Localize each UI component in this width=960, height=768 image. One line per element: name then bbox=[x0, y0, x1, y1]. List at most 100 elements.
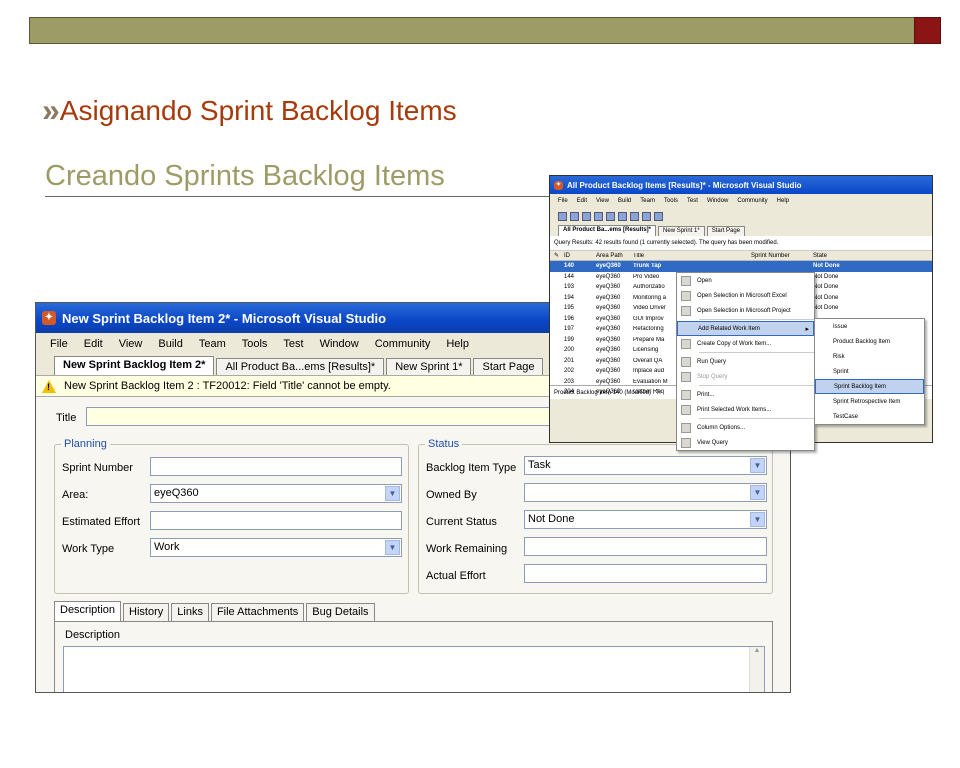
project-icon bbox=[681, 305, 691, 316]
scroll-up-icon[interactable]: ▲ bbox=[750, 647, 764, 654]
menu-team[interactable]: Team bbox=[640, 198, 655, 204]
submenu-item[interactable]: Sprint Backlog Item bbox=[815, 379, 924, 394]
status-group-label: Status bbox=[425, 438, 463, 450]
menu-build[interactable]: Build bbox=[618, 198, 631, 204]
area-select[interactable]: eyeQ360 ▼ bbox=[150, 484, 402, 503]
work-type-select-value: Work bbox=[154, 541, 180, 553]
column-header-area-path[interactable]: Area Path bbox=[596, 253, 633, 259]
menu-test[interactable]: Test bbox=[687, 198, 698, 204]
menu-edit[interactable]: Edit bbox=[577, 198, 587, 204]
menu-view[interactable]: View bbox=[119, 338, 143, 350]
actual-effort-field[interactable] bbox=[524, 564, 767, 583]
open-icon[interactable] bbox=[582, 211, 591, 221]
find-icon[interactable] bbox=[642, 211, 651, 221]
query-window-titlebar[interactable]: ✦ All Product Backlog Items [Results]* -… bbox=[550, 176, 932, 194]
submenu-item-label: Sprint Backlog Item bbox=[834, 383, 887, 390]
context-menu-item[interactable]: Open Selection in Microsoft Project bbox=[677, 303, 814, 318]
menu-help[interactable]: Help bbox=[777, 198, 789, 204]
chevron-down-icon[interactable]: ▼ bbox=[750, 458, 765, 473]
chevron-down-icon[interactable]: ▼ bbox=[385, 486, 400, 501]
context-menu-item[interactable]: Print Selected Work Items... bbox=[677, 402, 814, 417]
cell-area: eyeQ360 bbox=[596, 273, 621, 280]
tab-new-sprint-1[interactable]: New Sprint 1* bbox=[658, 226, 705, 236]
backlog-item-type-select[interactable]: Task ▼ bbox=[524, 456, 767, 475]
menu-help[interactable]: Help bbox=[446, 338, 469, 350]
submenu-item[interactable]: Product Backlog Item bbox=[815, 334, 924, 349]
submenu-item-label: TestCase bbox=[833, 413, 859, 420]
cell-id: 201 bbox=[564, 357, 575, 364]
tab-history[interactable]: History bbox=[123, 603, 170, 621]
context-menu-item[interactable]: Column Options... bbox=[677, 420, 814, 435]
column-header-state[interactable]: State bbox=[813, 253, 863, 259]
column-header-sprint-number[interactable]: Sprint Number bbox=[751, 253, 813, 259]
submenu-item[interactable]: Sprint Retrospective Item bbox=[815, 394, 924, 409]
column-header-title[interactable]: Title bbox=[633, 253, 751, 259]
cell-area: eyeQ360 bbox=[596, 305, 621, 312]
submenu-item[interactable]: Risk bbox=[815, 349, 924, 364]
sprint-number-field[interactable] bbox=[150, 457, 402, 476]
grid-header: ✎ ID Area Path Title Sprint Number State bbox=[550, 251, 932, 261]
menu-file[interactable]: File bbox=[50, 338, 68, 350]
context-menu-item[interactable]: Create Copy of Work Item... bbox=[677, 336, 814, 351]
tab-file-attachments[interactable]: File Attachments bbox=[210, 603, 305, 621]
tab-all-product-backlog-items[interactable]: All Product Ba...ems [Results]* bbox=[216, 358, 385, 375]
menu-file[interactable]: File bbox=[558, 198, 568, 204]
menu-window[interactable]: Window bbox=[707, 198, 728, 204]
tab-start-page[interactable]: Start Page bbox=[706, 226, 746, 236]
cell-id: 197 bbox=[564, 326, 575, 333]
description-scrollbar[interactable]: ▲ bbox=[749, 647, 764, 692]
submenu-item-label: Product Backlog Item bbox=[833, 338, 891, 345]
column-options-icon[interactable] bbox=[654, 211, 663, 221]
context-menu-item[interactable]: View Query bbox=[677, 435, 814, 450]
menu-test[interactable]: Test bbox=[283, 338, 303, 350]
excel-icon[interactable] bbox=[594, 211, 603, 221]
tab-all-product-backlog-items[interactable]: All Product Ba...ems [Results]* bbox=[558, 225, 657, 236]
stop-query-icon bbox=[681, 371, 691, 382]
tab-new-sprint-1[interactable]: New Sprint 1* bbox=[386, 358, 472, 375]
column-header-id[interactable]: ID bbox=[564, 253, 596, 259]
menu-separator bbox=[699, 352, 814, 353]
menu-tools[interactable]: Tools bbox=[664, 198, 678, 204]
context-menu-item[interactable]: Add Related Work Item ▸ bbox=[677, 321, 814, 336]
tab-links[interactable]: Links bbox=[171, 603, 209, 621]
project-icon[interactable] bbox=[606, 211, 615, 221]
menu-window[interactable]: Window bbox=[320, 338, 359, 350]
current-status-select[interactable]: Not Done ▼ bbox=[524, 510, 767, 529]
tab-bug-details[interactable]: Bug Details bbox=[306, 603, 375, 621]
tab-new-sprint-backlog-item[interactable]: New Sprint Backlog Item 2* bbox=[54, 356, 215, 375]
table-row[interactable]: 140 eyeQ360 Trunk Tap Not Done bbox=[550, 261, 932, 272]
menu-team[interactable]: Team bbox=[199, 338, 226, 350]
work-remaining-field[interactable] bbox=[524, 537, 767, 556]
estimated-effort-label: Estimated Effort bbox=[62, 516, 141, 528]
menu-community[interactable]: Community bbox=[737, 198, 767, 204]
tab-description[interactable]: Description bbox=[54, 601, 122, 621]
new-query-icon[interactable] bbox=[558, 211, 567, 221]
context-menu-item[interactable]: Run Query bbox=[677, 354, 814, 369]
cell-area: eyeQ360 bbox=[596, 315, 621, 322]
owned-by-select[interactable]: ▼ bbox=[524, 483, 767, 502]
submenu-item[interactable]: TestCase bbox=[815, 409, 924, 424]
tab-start-page[interactable]: Start Page bbox=[473, 358, 544, 375]
refresh-icon[interactable] bbox=[570, 211, 579, 221]
work-type-select[interactable]: Work ▼ bbox=[150, 538, 402, 557]
context-menu-item[interactable]: Print... bbox=[677, 387, 814, 402]
description-field[interactable]: ▲ bbox=[63, 646, 765, 692]
chevron-down-icon[interactable]: ▼ bbox=[750, 512, 765, 527]
menu-tools[interactable]: Tools bbox=[242, 338, 268, 350]
menu-community[interactable]: Community bbox=[375, 338, 431, 350]
context-menu-item[interactable]: Stop Query bbox=[677, 369, 814, 384]
actual-effort-label: Actual Effort bbox=[426, 570, 486, 582]
chevron-down-icon[interactable]: ▼ bbox=[750, 485, 765, 500]
context-menu-item[interactable]: Open bbox=[677, 273, 814, 288]
link-icon[interactable] bbox=[630, 211, 639, 221]
edit-icon[interactable] bbox=[618, 211, 627, 221]
estimated-effort-field[interactable] bbox=[150, 511, 402, 530]
menu-view[interactable]: View bbox=[596, 198, 609, 204]
submenu-item[interactable]: Issue bbox=[815, 319, 924, 334]
chevron-down-icon[interactable]: ▼ bbox=[385, 540, 400, 555]
context-menu-item[interactable]: Open Selection in Microsoft Excel bbox=[677, 288, 814, 303]
menu-edit[interactable]: Edit bbox=[84, 338, 103, 350]
submenu-item[interactable]: Sprint bbox=[815, 364, 924, 379]
menu-build[interactable]: Build bbox=[158, 338, 182, 350]
cell-area: eyeQ360 bbox=[596, 294, 621, 301]
